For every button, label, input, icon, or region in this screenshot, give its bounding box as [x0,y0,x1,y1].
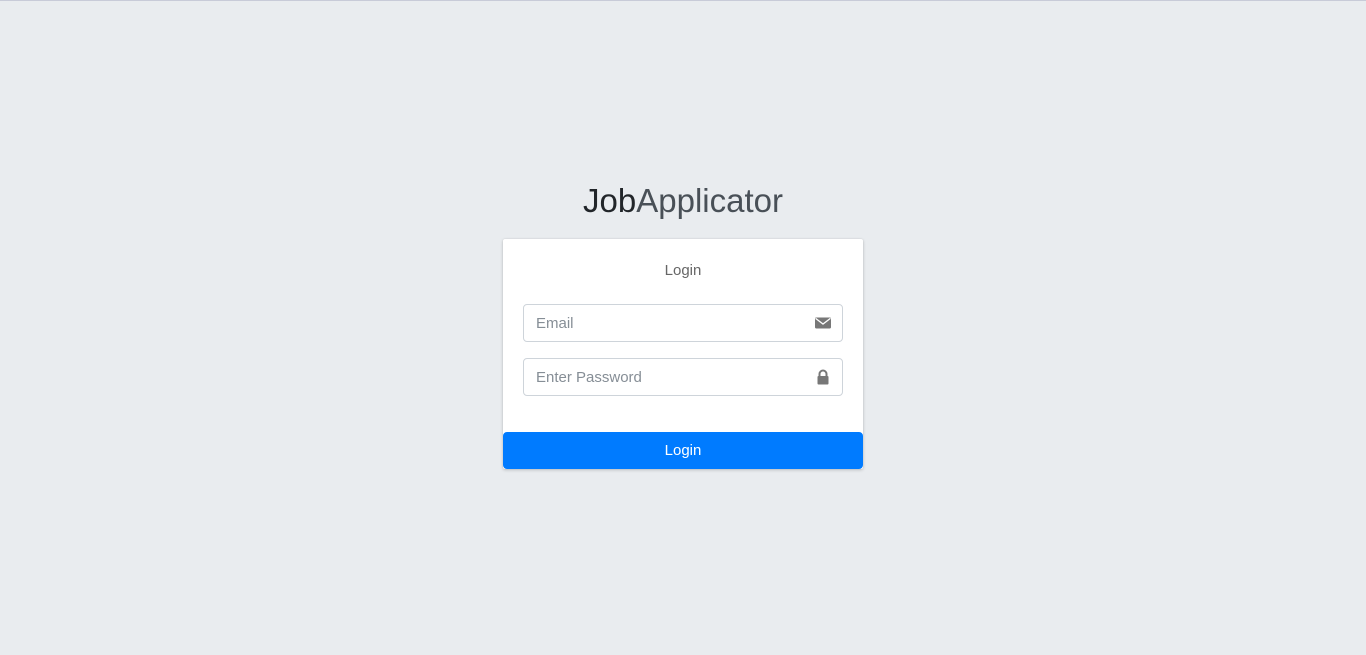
lock-icon [817,369,829,385]
email-input-group [523,304,843,342]
email-input[interactable] [524,305,804,341]
login-box-message: Login [664,262,702,279]
logo-text-applicator: Applicator [636,182,783,219]
password-input-group [523,358,843,396]
password-input[interactable] [524,359,804,395]
app-logo: JobApplicator [0,179,1366,223]
logo-text-job: Job [583,182,637,219]
login-card: Login Login [503,239,863,469]
login-button[interactable]: Login [503,432,863,469]
envelope-icon [815,317,831,329]
